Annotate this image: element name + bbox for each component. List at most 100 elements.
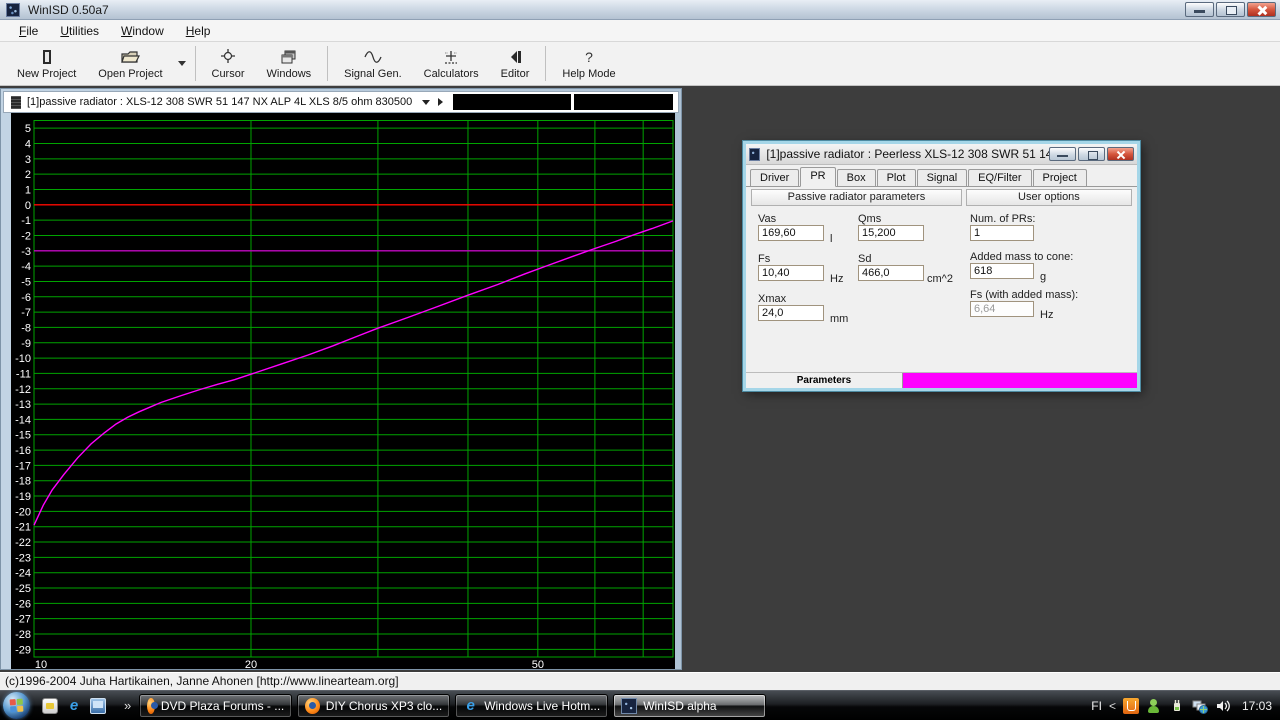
svg-text:-18: -18 [15, 476, 31, 488]
taskbar-button-winisd[interactable]: WinISD alpha [613, 694, 766, 718]
svg-text:-6: -6 [21, 292, 31, 304]
svg-text:-16: -16 [15, 445, 31, 457]
taskbar-button-hotmail[interactable]: e Windows Live Hotm... [455, 694, 608, 718]
messenger-tray-icon[interactable] [1146, 698, 1162, 714]
system-tray: FI < 17:03 [1091, 698, 1280, 714]
windows-icon [280, 48, 298, 66]
header-expand-arrow-icon[interactable] [438, 98, 443, 106]
sd-label: Sd [858, 253, 871, 265]
svg-text:20: 20 [245, 659, 257, 669]
cursor-crosshair-icon [219, 48, 237, 66]
tab-plot[interactable]: Plot [877, 169, 916, 186]
dialog-maximize-button[interactable] [1078, 147, 1105, 161]
added-mass-field[interactable] [970, 263, 1034, 279]
dialog-app-icon [749, 148, 760, 161]
dialog-tab-strip: Driver PR Box Plot Signal EQ/Filter Proj… [746, 165, 1137, 187]
tab-project[interactable]: Project [1033, 169, 1087, 186]
media-player-icon[interactable] [42, 698, 58, 714]
svg-text:-4: -4 [21, 261, 31, 273]
start-button[interactable] [3, 692, 30, 719]
screen: { "window": { "title": "WinISD 0.50a7" }… [0, 0, 1280, 720]
mdi-client-area: [1]passive radiator : XLS-12 308 SWR 51 … [0, 86, 1280, 672]
svg-text:4: 4 [25, 138, 31, 150]
user-options-header[interactable]: User options [966, 189, 1132, 206]
open-project-button[interactable]: Open Project [87, 42, 173, 85]
power-plug-tray-icon[interactable] [1169, 698, 1185, 714]
menu-file[interactable]: File [10, 21, 47, 41]
svg-text:-19: -19 [15, 491, 31, 503]
vas-label: Vas [758, 213, 776, 225]
svg-text:-2: -2 [21, 230, 31, 242]
svg-text:-21: -21 [15, 522, 31, 534]
project-dropdown-arrow-icon[interactable] [422, 100, 430, 105]
new-project-button[interactable]: New Project [6, 42, 87, 85]
open-project-dropdown-arrow-icon[interactable] [178, 61, 186, 66]
svg-text:-8: -8 [21, 322, 31, 334]
editor-button[interactable]: Editor [490, 42, 541, 85]
project-selector[interactable]: [1]passive radiator : XLS-12 308 SWR 51 … [27, 96, 412, 108]
volume-tray-icon[interactable] [1215, 698, 1231, 714]
fs-field[interactable] [758, 265, 824, 281]
close-button[interactable] [1247, 2, 1276, 17]
tab-eq-filter[interactable]: EQ/Filter [968, 169, 1031, 186]
xmax-field[interactable] [758, 305, 824, 321]
dialog-close-button[interactable] [1107, 147, 1134, 161]
tab-driver[interactable]: Driver [750, 169, 799, 186]
cursor-readout-box-2 [573, 93, 674, 111]
svg-text:-26: -26 [15, 598, 31, 610]
calculators-button[interactable]: Calculators [413, 42, 490, 85]
taskbar-button-dvd-plaza[interactable]: DVD Plaza Forums - ... [139, 694, 292, 718]
show-desktop-icon[interactable] [90, 698, 106, 714]
fs-with-added-mass-unit: Hz [1040, 309, 1053, 321]
network-tray-icon[interactable] [1192, 698, 1208, 714]
project-icon [11, 96, 21, 109]
copyright-text: (c)1996-2004 Juha Hartikainen, Janne Aho… [5, 674, 399, 688]
internet-explorer-icon[interactable]: e [66, 698, 82, 714]
xmax-label: Xmax [758, 293, 786, 305]
tab-signal[interactable]: Signal [917, 169, 968, 186]
menu-help[interactable]: Help [177, 21, 220, 41]
vas-unit: l [830, 233, 832, 245]
added-mass-unit: g [1040, 271, 1046, 283]
clock: 17:03 [1242, 699, 1272, 713]
svg-text:-15: -15 [15, 430, 31, 442]
tab-box[interactable]: Box [837, 169, 876, 186]
menu-utilities[interactable]: Utilities [51, 21, 108, 41]
main-titlebar[interactable]: WinISD 0.50a7 [0, 0, 1280, 20]
menu-window[interactable]: Window [112, 21, 173, 41]
windows-button[interactable]: Windows [256, 42, 323, 85]
dialog-titlebar[interactable]: [1]passive radiator : Peerless XLS-12 30… [746, 144, 1137, 165]
qms-field[interactable] [858, 225, 924, 241]
svg-text:-11: -11 [16, 368, 31, 380]
plot-window-header: [1]passive radiator : XLS-12 308 SWR 51 … [3, 91, 679, 113]
svg-text:-23: -23 [15, 552, 31, 564]
sd-field[interactable] [858, 265, 924, 281]
vas-field[interactable] [758, 225, 824, 241]
dialog-minimize-button[interactable] [1049, 147, 1076, 161]
quick-launch-overflow-chevron[interactable]: » [124, 698, 131, 713]
svg-text:-29: -29 [15, 644, 31, 656]
internet-explorer-icon: e [463, 698, 478, 714]
editor-icon [506, 48, 524, 66]
signal-gen-button[interactable]: Signal Gen. [333, 42, 412, 85]
svg-text:-12: -12 [15, 384, 31, 396]
tab-pr[interactable]: PR [800, 167, 835, 187]
winisd-app-icon [6, 3, 20, 17]
taskbar: e » DVD Plaza Forums - ... DIY Chorus XP… [0, 690, 1280, 720]
cursor-button[interactable]: Cursor [201, 42, 256, 85]
new-project-icon [38, 48, 56, 66]
passive-radiator-parameters-header[interactable]: Passive radiator parameters [751, 189, 962, 206]
java-tray-icon[interactable] [1123, 698, 1139, 714]
minimize-button[interactable] [1185, 2, 1214, 17]
language-indicator[interactable]: FI [1091, 699, 1102, 713]
help-mode-button[interactable]: ? Help Mode [551, 42, 626, 85]
svg-text:-14: -14 [15, 414, 31, 426]
restore-button[interactable] [1216, 2, 1245, 17]
tray-collapse-chevron[interactable]: < [1109, 699, 1116, 713]
sine-wave-icon [363, 48, 383, 66]
winisd-icon [621, 698, 637, 714]
plot-canvas[interactable]: 543210-1-2-3-4-5-6-7-8-9-10-11-12-13-14-… [11, 113, 675, 669]
svg-text:-1: -1 [21, 215, 31, 227]
num-of-prs-field[interactable] [970, 225, 1034, 241]
taskbar-button-diy-chorus[interactable]: DIY Chorus XP3 clo... [297, 694, 450, 718]
